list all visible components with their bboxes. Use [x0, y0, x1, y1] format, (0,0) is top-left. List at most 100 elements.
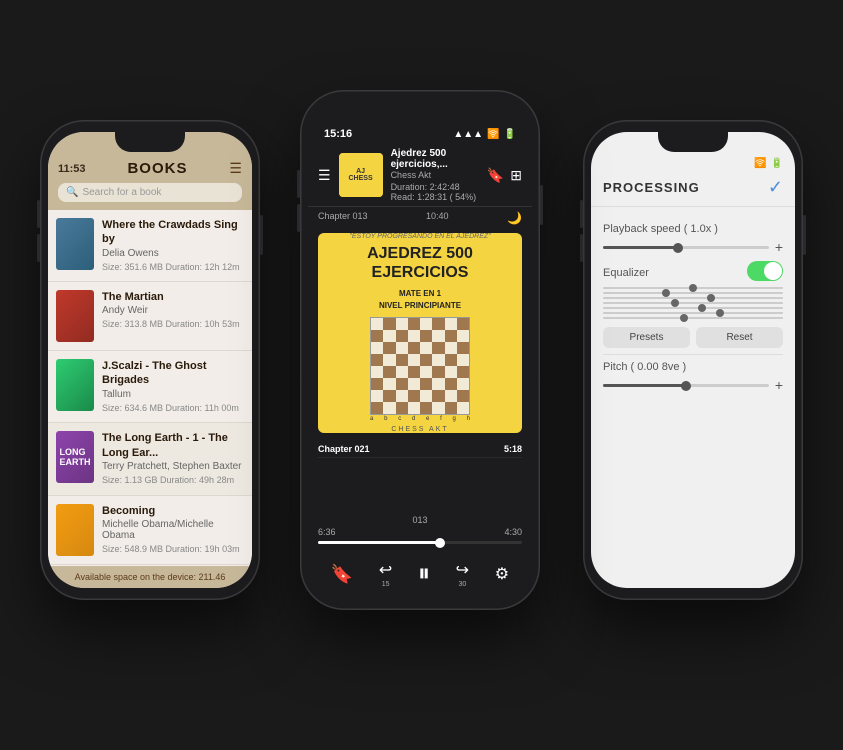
hamburger-icon[interactable]: ☰ [318, 167, 331, 184]
book-title: Where the Crawdads Sing by [102, 218, 244, 247]
presets-reset-row: Presets Reset [603, 327, 783, 348]
left-phone: 11:53 BOOKS ☰ 🔍 Search for a book Wher [40, 120, 260, 600]
eq-slider[interactable] [603, 317, 783, 319]
notch [658, 132, 728, 152]
books-status-time: 11:53 [58, 163, 86, 175]
book-info: Where the Crawdads Sing by Delia Owens S… [102, 218, 244, 273]
play-pause-icon: ⏸ [418, 560, 430, 588]
list-item[interactable]: J.Scalzi - The Ghost Brigades Tallum Siz… [48, 351, 252, 423]
eq-band-7 [603, 317, 783, 319]
divider [603, 354, 783, 355]
chapters-icon[interactable]: ⊞ [510, 167, 522, 184]
book-info: J.Scalzi - The Ghost Brigades Tallum Siz… [102, 359, 244, 414]
player-controls: 🔖 ↩ 15 ⏸ ↪ 30 ⚙ [308, 552, 532, 598]
center-phone: 15:16 ▲▲▲ 🛜 🔋 ☰ AJCHESS Ajedrez 500 ejer… [300, 90, 540, 610]
equalizer-button[interactable]: ⚙ [495, 564, 509, 584]
list-item[interactable]: Where the Crawdads Sing by Delia Owens S… [48, 210, 252, 282]
play-pause-button[interactable]: ⏸ [418, 560, 430, 588]
toggle-dot [764, 262, 782, 280]
list-item[interactable]: The Martian Andy Weir Size: 313.8 MB Dur… [48, 282, 252, 351]
chess-brand: CHESS AKT [391, 426, 448, 433]
rewind-label: 15 [382, 581, 390, 588]
eq-slider[interactable] [603, 292, 783, 294]
playback-plus-icon[interactable]: + [775, 239, 783, 255]
list-item[interactable]: LONGEARTH The Long Earth - 1 - The Long … [48, 423, 252, 495]
chapter-list: Chapter 021 5:18 [308, 437, 532, 511]
volume-down-button[interactable] [37, 234, 40, 262]
search-icon: 🔍 [66, 187, 78, 198]
volume-up-button[interactable] [297, 170, 300, 198]
menu-icon[interactable]: ☰ [229, 160, 242, 177]
book-author: Terry Pratchett, Stephen Baxter [102, 461, 244, 472]
chess-board [370, 317, 470, 415]
progress-bar[interactable] [318, 541, 522, 544]
pitch-label: Pitch ( 0.00 8ve ) [603, 361, 783, 373]
eq-band-4 [603, 302, 783, 304]
book-meta: Size: 548.9 MB Duration: 19h 03m [102, 543, 244, 556]
equalizer-icon: ⚙ [495, 564, 509, 584]
power-button[interactable] [803, 215, 806, 255]
rewind-button[interactable]: ↩ 15 [379, 560, 392, 588]
chapter-label: Chapter 013 [318, 211, 368, 225]
book-meta: Size: 634.6 MB Duration: 11h 00m [102, 402, 244, 415]
search-placeholder: Search for a book [82, 187, 161, 198]
eq-slider[interactable] [603, 287, 783, 289]
book-meta: Size: 1.13 GB Duration: 49h 28m [102, 474, 244, 487]
chapter-duration: 5:18 [504, 444, 522, 454]
power-button[interactable] [260, 215, 263, 255]
equalizer-label: Equalizer [603, 267, 649, 279]
books-list: Where the Crawdads Sing by Delia Owens S… [48, 210, 252, 566]
player-header: ☰ AJCHESS Ajedrez 500 ejercicios,... Che… [308, 144, 532, 207]
book-cover: LONGEARTH [56, 431, 94, 483]
phones-container: 11:53 BOOKS ☰ 🔍 Search for a book Wher [0, 0, 843, 750]
progress-section: 013 6:36 4:30 [308, 511, 532, 552]
time-elapsed: 6:36 [318, 527, 336, 537]
eq-band-1 [603, 287, 783, 289]
book-info: The Long Earth - 1 - The Long Ear... Ter… [102, 431, 244, 486]
progress-handle[interactable] [435, 538, 445, 548]
player-header-icons: 🔖 ⊞ [487, 167, 522, 184]
eq-slider[interactable] [603, 307, 783, 309]
pitch-plus-icon[interactable]: + [775, 377, 783, 393]
wifi-icon: 🛜 [754, 158, 766, 169]
eq-slider[interactable] [603, 302, 783, 304]
rewind-icon: ↩ [379, 560, 392, 580]
book-cover [56, 290, 94, 342]
volume-up-button[interactable] [37, 200, 40, 228]
book-meta: Size: 351.6 MB Duration: 12h 12m [102, 261, 244, 274]
chess-quote: "ESTOY PROGRESANDO EN EL AJEDREZ" [349, 233, 490, 240]
book-times: Duration: 2:42:48 Read: 1:28:31 ( 54%) [391, 182, 479, 202]
proc-title: PROCESSING [603, 180, 700, 195]
confirm-button[interactable]: ✓ [768, 177, 783, 198]
book-title: Ajedrez 500 ejercicios,... [391, 148, 479, 170]
search-bar[interactable]: 🔍 Search for a book [58, 183, 242, 202]
playback-speed-slider[interactable] [603, 246, 769, 249]
progress-fill [318, 541, 440, 544]
book-cover [56, 359, 94, 411]
status-time: 15:16 [324, 128, 352, 140]
eq-slider[interactable] [603, 297, 783, 299]
right-phone: 🛜 🔋 PROCESSING ✓ Playback speed ( 1.0x ) [583, 120, 803, 600]
volume-up-button[interactable] [580, 200, 583, 228]
eq-slider[interactable] [603, 312, 783, 314]
book-author: Michelle Obama/Michelle Obama [102, 519, 244, 541]
reset-button[interactable]: Reset [696, 327, 783, 348]
eq-band-6 [603, 312, 783, 314]
volume-down-button[interactable] [297, 204, 300, 232]
book-meta: Size: 313.8 MB Duration: 10h 53m [102, 318, 244, 331]
books-footer: Available space on the device: 211.46 [48, 566, 252, 588]
pitch-slider[interactable] [603, 384, 769, 387]
power-button[interactable] [540, 185, 543, 225]
moon-icon[interactable]: 🌙 [507, 211, 522, 225]
volume-down-button[interactable] [580, 234, 583, 262]
equalizer-toggle[interactable] [747, 261, 783, 281]
bookmark-control[interactable]: 🔖 [331, 564, 353, 585]
chess-subtitle: MATE EN 1 NIVEL PRINCIPIANTE [379, 288, 461, 310]
forward-button[interactable]: ↪ 30 [456, 560, 469, 588]
book-title: The Martian [102, 290, 244, 304]
chapter-time: 10:40 [426, 211, 449, 225]
bookmark-icon[interactable]: 🔖 [487, 167, 504, 184]
list-item[interactable]: Becoming Michelle Obama/Michelle Obama S… [48, 496, 252, 565]
presets-button[interactable]: Presets [603, 327, 690, 348]
chapter-item[interactable]: Chapter 021 5:18 [318, 441, 522, 458]
